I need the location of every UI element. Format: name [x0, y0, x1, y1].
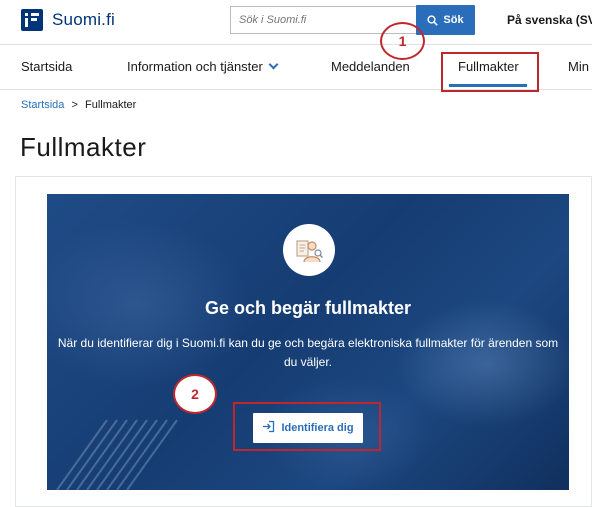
breadcrumb: Startsida > Fullmakter	[21, 99, 136, 111]
search-button-label: Sök	[443, 14, 464, 26]
breadcrumb-home-link[interactable]: Startsida	[21, 99, 64, 111]
search-button[interactable]: Sök	[416, 5, 475, 35]
breadcrumb-separator: >	[71, 99, 78, 111]
highlight-box-fullmakter	[441, 52, 539, 92]
nav-item-information[interactable]: Information och tjänster	[127, 59, 279, 74]
hero-title: Ge och begär fullmakter	[204, 298, 412, 318]
nav-item-meddelanden[interactable]: Meddelanden	[331, 59, 410, 74]
language-selector[interactable]: På svenska (SV)	[507, 13, 592, 27]
chevron-down-icon	[268, 59, 279, 70]
nav-item-min[interactable]: Min	[568, 59, 589, 74]
hero-description: När du identifierar dig i Suomi.fi kan d…	[57, 336, 559, 369]
suomi-logo-icon	[21, 9, 43, 31]
annotation-marker-2: 2	[173, 374, 217, 414]
highlight-box-identify	[233, 402, 381, 451]
breadcrumb-current: Fullmakter	[84, 99, 137, 111]
person-document-icon	[283, 224, 335, 276]
suomi-logo[interactable]: Suomi.fi	[21, 9, 115, 31]
page-title: Fullmakter	[20, 132, 147, 162]
nav-item-information-label: Information och tjänster	[127, 59, 263, 74]
logo-text: Suomi.fi	[52, 10, 116, 29]
nav-item-startsida[interactable]: Startsida	[21, 59, 72, 74]
search-icon	[427, 14, 439, 26]
annotation-marker-1: 1	[380, 22, 425, 60]
site-header: Suomi.fi Sök På svenska (SV)	[0, 0, 592, 44]
